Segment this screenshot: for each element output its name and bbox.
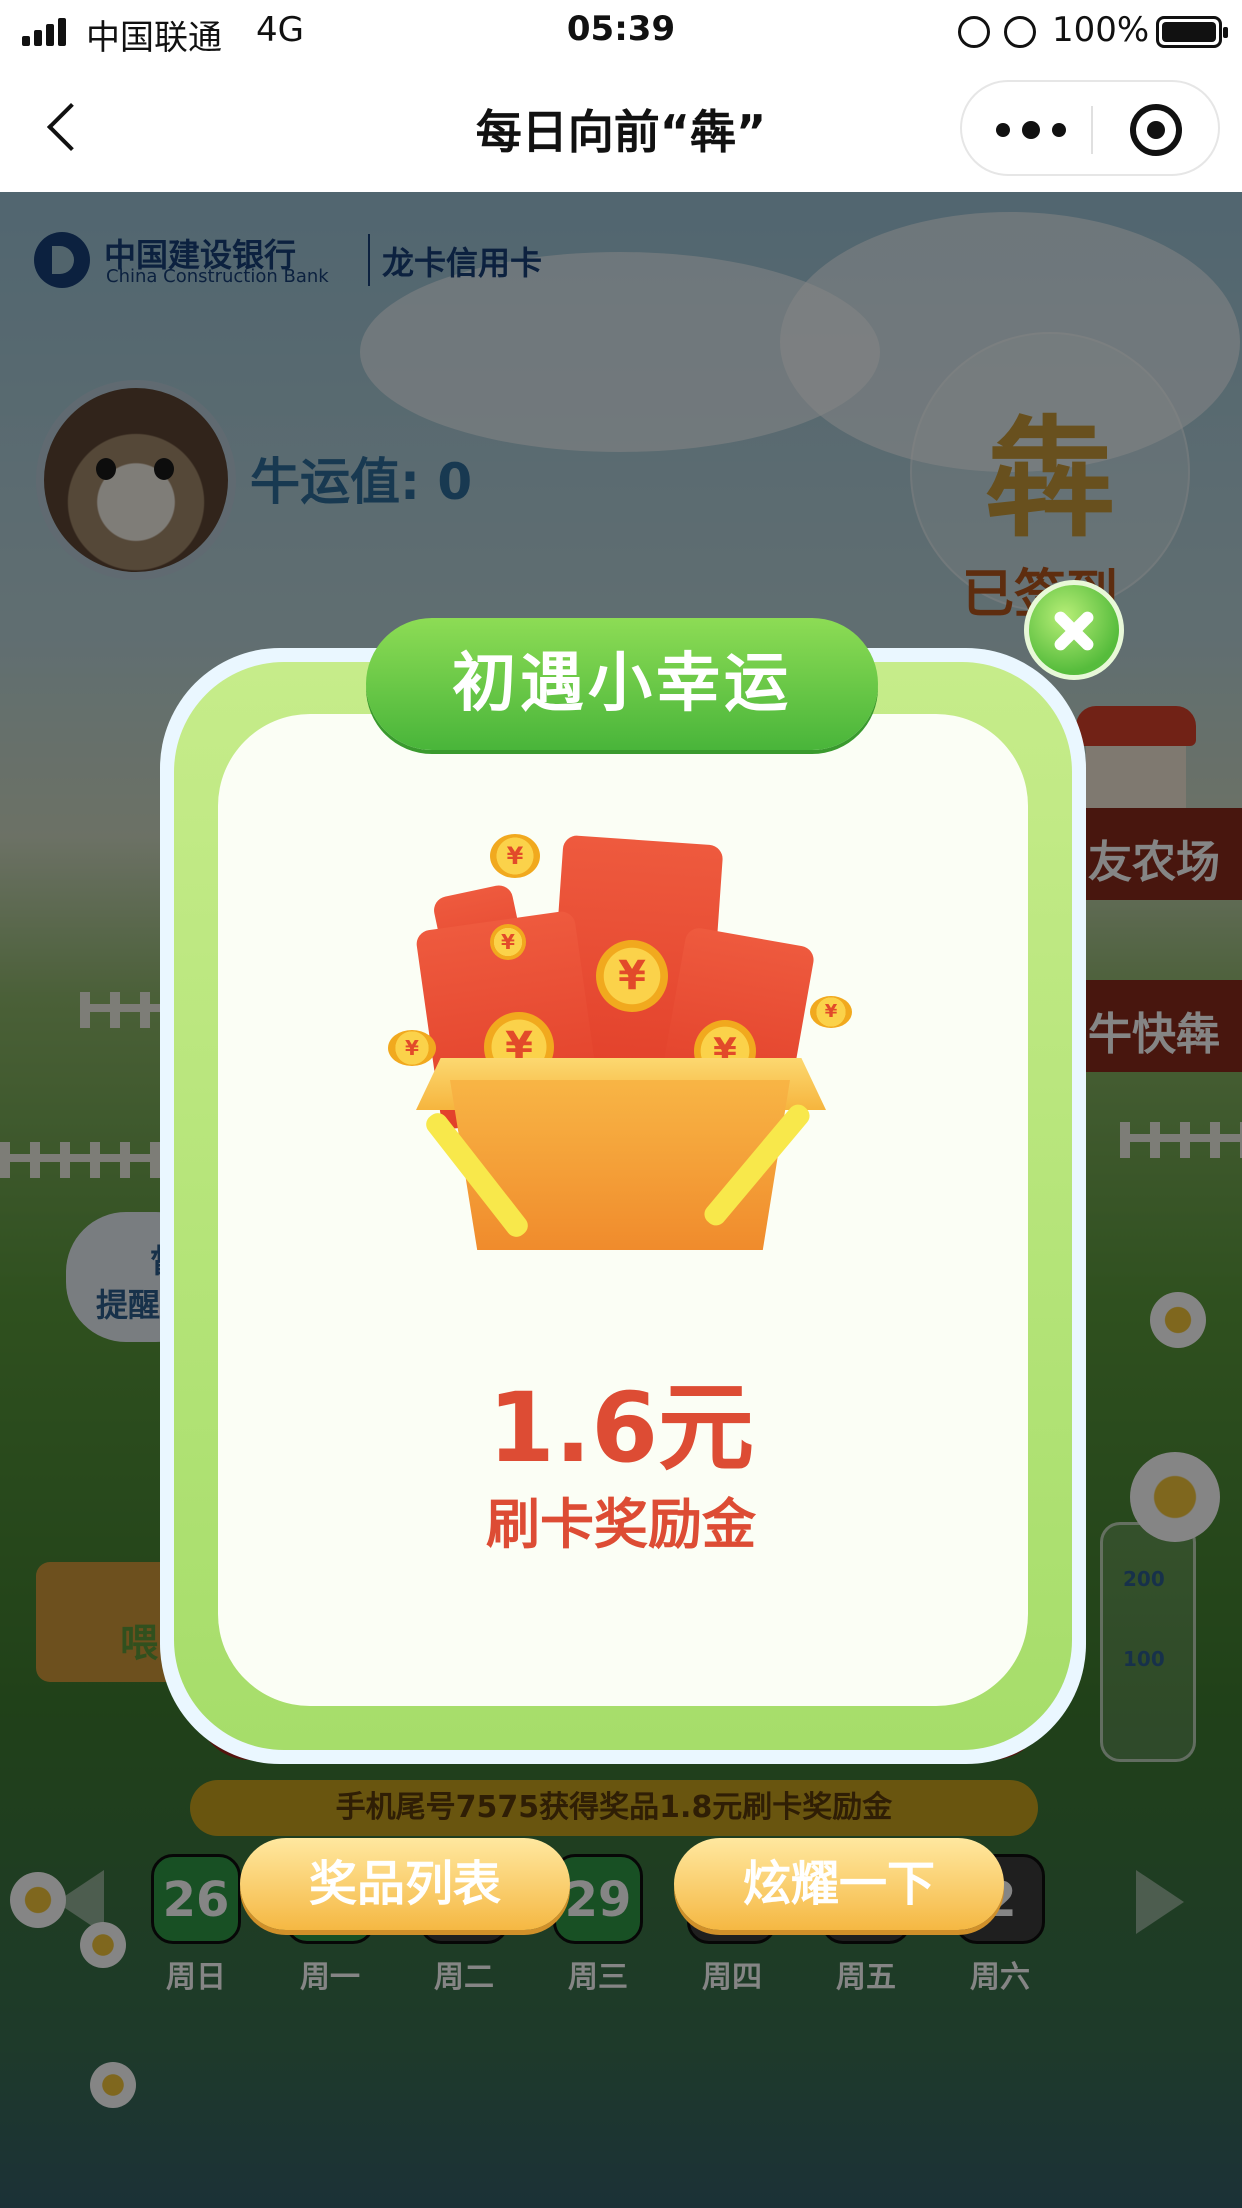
close-icon[interactable] (1024, 580, 1124, 680)
status-bar: 中国联通 4G 05:39 100% (0, 0, 1242, 62)
miniprogram-close-icon[interactable] (1130, 104, 1182, 156)
coin-icon: ¥ (490, 834, 540, 878)
reward-label: 刷卡奖励金 (486, 1493, 756, 1556)
nav-bar: 每日向前“犇” (0, 62, 1242, 192)
battery-icon (1156, 16, 1228, 48)
coin-icon: ¥ (596, 940, 668, 1012)
coin-icon: ¥ (810, 996, 852, 1028)
coin-icon: ¥ (490, 924, 526, 960)
reward-amount: 1.6元 (487, 1372, 755, 1484)
modal-title: 初遇小幸运 (366, 618, 878, 750)
coin-icon: ¥ (388, 1030, 436, 1066)
alarm-icon (1004, 16, 1036, 48)
red-envelope-gift-icon: ¥ ¥ ¥ ¥ ¥ ¥ ¥ (388, 834, 860, 1260)
more-dots-icon[interactable] (996, 110, 1070, 150)
rotation-lock-icon (958, 16, 990, 48)
prize-list-button[interactable]: 奖品列表 (240, 1838, 570, 1930)
battery-percent: 100% (1052, 10, 1150, 50)
show-off-button[interactable]: 炫耀一下 (674, 1838, 1004, 1930)
capsule-divider (1091, 106, 1093, 154)
miniprogram-capsule (960, 80, 1220, 176)
